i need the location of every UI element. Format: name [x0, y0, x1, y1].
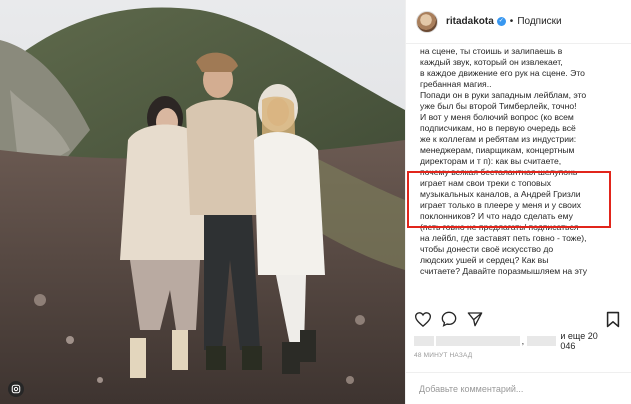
caption-line: гребанная магия..	[420, 79, 492, 89]
likes-summary: , и еще 20 046	[414, 331, 614, 351]
caption-line: в каждое движение его рук на сцене. Это	[420, 68, 585, 78]
post-timestamp[interactable]: 48 МИНУТ НАЗАД	[414, 352, 472, 359]
verified-badge-icon: ✓	[496, 17, 506, 26]
username-link[interactable]: ritadakota	[446, 16, 494, 27]
caption-line: директорам и т п): как вы считаете,	[420, 156, 562, 166]
caption-line: считаете? Давайте поразмышляем на эту	[420, 266, 588, 276]
likes-separator: ,	[521, 336, 525, 346]
bookmark-icon[interactable]	[604, 310, 622, 328]
instagram-icon	[8, 381, 24, 397]
liker-name-redacted	[435, 336, 520, 346]
caption-line: поклонников? И что надо сделать ему	[420, 211, 573, 221]
post-photo[interactable]	[0, 0, 405, 404]
post-photo-image	[0, 0, 405, 404]
caption-line: играет только в плеере у меня и у своих	[420, 200, 582, 210]
caption-line: чтобы донести своё искусство до	[420, 244, 554, 254]
liker-avatar-redacted	[414, 336, 434, 346]
caption-line: на сцене, ты стоишь и залипаешь в	[420, 46, 563, 56]
comment-input[interactable]	[417, 382, 611, 395]
liker-name-redacted	[527, 336, 557, 346]
comment-icon[interactable]	[440, 310, 458, 328]
caption-line: почему всякая бесталантная шелупонь	[420, 167, 578, 177]
post-caption: на сцене, ты стоишь и залипаешь в каждый…	[420, 46, 620, 302]
caption-line: менеджерам, пиарщикам, концертным	[420, 145, 575, 155]
caption-line: играет нам свои треки с топовых	[420, 178, 552, 188]
caption-line: музыкальных каналов, а Андрей Гризли	[420, 189, 581, 199]
caption-line: Попади он в руки западным лейблам, это	[420, 90, 587, 100]
comment-bar	[405, 372, 631, 404]
likes-count[interactable]: и еще 20 046	[560, 331, 614, 351]
caption-line: же к коллегам и ребятам из индустрии:	[420, 134, 577, 144]
caption-line: уже был бы второй Тимберлейк, точно!	[420, 101, 577, 111]
caption-line: подписчикам, но в первую очередь всё	[420, 123, 576, 133]
following-button[interactable]: Подписки	[517, 16, 561, 27]
header-separator: •	[509, 16, 514, 27]
caption-line: людских ушей и сердец? Как вы	[420, 255, 549, 265]
avatar[interactable]	[416, 10, 438, 33]
share-icon[interactable]	[466, 310, 484, 328]
heart-icon[interactable]	[414, 310, 432, 328]
caption-line: И вот у меня болючий вопрос (ко всем	[420, 112, 574, 122]
caption-line: на лейбл, где заставят петь говно - тожe…	[420, 233, 587, 243]
caption-line: (петь говно не предлагать/ подписаться	[420, 222, 579, 232]
caption-line: каждый звук, который он извлекает,	[420, 57, 563, 67]
post-actions	[414, 308, 622, 330]
post-header: ritadakota ✓ • Подписки	[406, 0, 631, 44]
